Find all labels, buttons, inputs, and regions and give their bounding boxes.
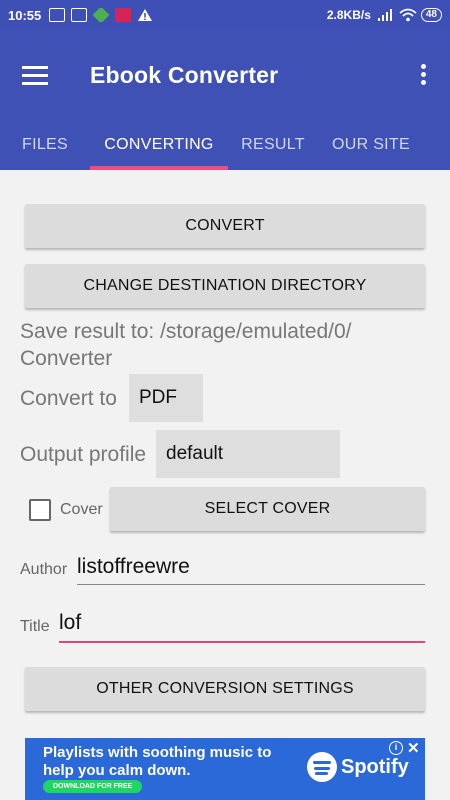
ad-close-icon[interactable]: ✕ — [407, 739, 420, 757]
app-notification-icon — [92, 6, 110, 24]
tab-converting[interactable]: CONVERTING — [90, 120, 228, 170]
ad-banner[interactable]: Playlists with soothing music to help yo… — [25, 738, 425, 800]
cover-label: Cover — [60, 501, 103, 518]
app-bar: Ebook Converter — [0, 30, 450, 120]
tab-bar: FILES CONVERTING RESULT OUR SITE — [0, 120, 450, 170]
convert-button[interactable]: CONVERT — [25, 204, 425, 248]
red-notification-icon — [115, 8, 132, 22]
tab-our-site[interactable]: OUR SITE — [318, 120, 424, 170]
battery-indicator: 48 — [420, 8, 442, 22]
status-time: 10:55 — [8, 7, 42, 23]
output-profile-select[interactable]: default — [156, 430, 340, 478]
app-title: Ebook Converter — [90, 62, 279, 88]
spotify-logo: Spotify — [307, 752, 409, 782]
active-tab-indicator — [90, 166, 228, 170]
author-label: Author — [20, 561, 68, 578]
author-input[interactable]: listoffreewre — [77, 555, 425, 585]
wifi-icon — [399, 8, 417, 22]
select-cover-button[interactable]: SELECT COVER — [110, 487, 425, 531]
convert-to-label: Convert to — [20, 387, 117, 410]
title-input[interactable]: lof — [59, 611, 425, 643]
tab-result[interactable]: RESULT — [228, 120, 318, 170]
save-result-path: Save result to: /storage/emulated/0/ — [20, 320, 352, 343]
other-conversion-settings-button[interactable]: OTHER CONVERSION SETTINGS — [25, 667, 425, 711]
title-label: Title — [20, 618, 50, 635]
more-options-icon[interactable] — [416, 64, 430, 88]
notification-icon — [49, 8, 66, 22]
ad-download-button[interactable]: DOWNLOAD FOR FREE — [43, 780, 143, 793]
ad-brand: Spotify — [341, 755, 409, 778]
status-bar: 10:55 2.8KB/s 48 — [0, 0, 450, 30]
change-destination-directory-button[interactable]: CHANGE DESTINATION DIRECTORY — [25, 264, 425, 308]
signal-icon — [377, 8, 393, 22]
spotify-icon — [307, 752, 337, 782]
network-speed: 2.8KB/s — [326, 8, 371, 22]
cover-checkbox[interactable] — [29, 499, 51, 521]
save-result-path-folder: Converter — [20, 347, 113, 370]
chart-notification-icon — [71, 8, 88, 22]
tab-files[interactable]: FILES — [0, 120, 90, 170]
output-profile-label: Output profile — [20, 443, 147, 466]
warning-icon — [137, 8, 153, 22]
menu-icon[interactable] — [22, 66, 48, 86]
ad-text: Playlists with soothing music to help yo… — [43, 744, 272, 779]
ad-info-icon[interactable]: i — [389, 741, 403, 755]
convert-to-select[interactable]: PDF — [129, 374, 203, 422]
